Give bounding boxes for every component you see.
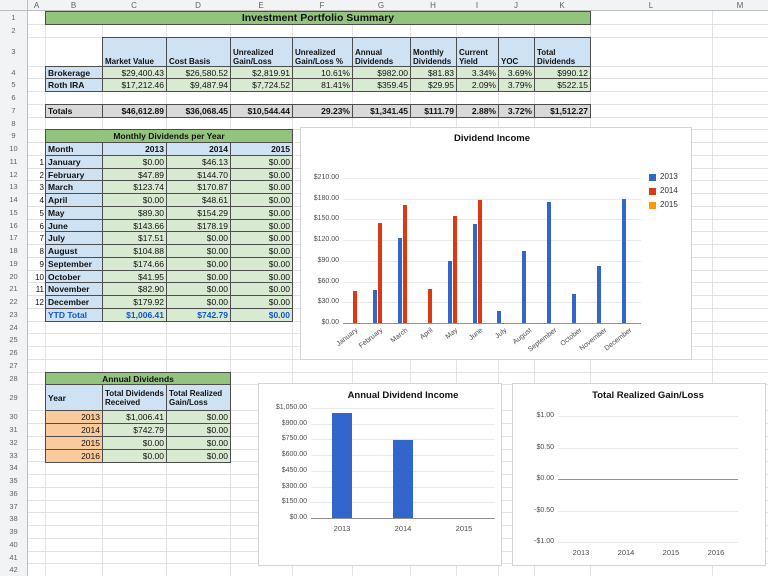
spreadsheet-app: Investment Portfolio SummaryMarket Value… <box>0 0 768 576</box>
bar-Total Dividends-2014 <box>393 440 413 518</box>
chart-annual-dividend-income[interactable]: Annual Dividend Income $0.00$150.00$300.… <box>258 383 502 566</box>
bar-2013-June <box>473 224 477 323</box>
x-label-2014: 2014 <box>381 524 425 533</box>
bar-2013-July <box>497 311 501 323</box>
legend-swatch-2015 <box>649 202 656 209</box>
legend-label-2013: 2013 <box>660 172 692 181</box>
chart-dividend-income[interactable]: Dividend Income $0.00$30.00$60.00$90.00$… <box>300 127 692 360</box>
x-label-December: December <box>586 327 634 366</box>
bar-2013-December <box>622 199 626 323</box>
chart-total-realized-gain-loss[interactable]: Total Realized Gain/Loss -$1.00-$0.50$0.… <box>512 383 766 566</box>
bar-2013-October <box>572 294 576 323</box>
charts-layer: Dividend Income $0.00$30.00$60.00$90.00$… <box>0 0 768 576</box>
legend-label-2015: 2015 <box>660 200 692 209</box>
legend-label-2014: 2014 <box>660 186 692 195</box>
x-label-2015: 2015 <box>649 548 693 557</box>
x-label-2015: 2015 <box>442 524 486 533</box>
x-label-2013: 2013 <box>559 548 603 557</box>
x-label-2014: 2014 <box>604 548 648 557</box>
x-label-2016: 2016 <box>694 548 738 557</box>
legend-swatch-2014 <box>649 188 656 195</box>
bar-2014-April <box>428 289 432 323</box>
chart-plot-total-realized-gain-loss: -$1.00-$0.50$0.00$0.50$1.002013201420152… <box>513 384 765 565</box>
bar-Total Dividends-2013 <box>332 413 352 518</box>
bar-2013-September <box>547 202 551 323</box>
bar-2013-November <box>597 266 601 323</box>
chart-plot-dividend-income: $0.00$30.00$60.00$90.00$120.00$150.00$18… <box>301 128 691 359</box>
bar-2014-June <box>478 200 482 323</box>
bar-2013-May <box>448 261 452 323</box>
bar-2014-January <box>353 291 357 323</box>
bar-2013-February <box>373 290 377 323</box>
bar-2014-May <box>453 216 457 323</box>
bar-2014-February <box>378 223 382 323</box>
bar-2013-August <box>522 251 526 323</box>
legend-swatch-2013 <box>649 174 656 181</box>
bar-2014-March <box>403 205 407 323</box>
x-label-2013: 2013 <box>320 524 364 533</box>
chart-plot-annual-dividend-income: $0.00$150.00$300.00$450.00$600.00$750.00… <box>259 384 501 565</box>
bar-2013-March <box>398 238 402 323</box>
